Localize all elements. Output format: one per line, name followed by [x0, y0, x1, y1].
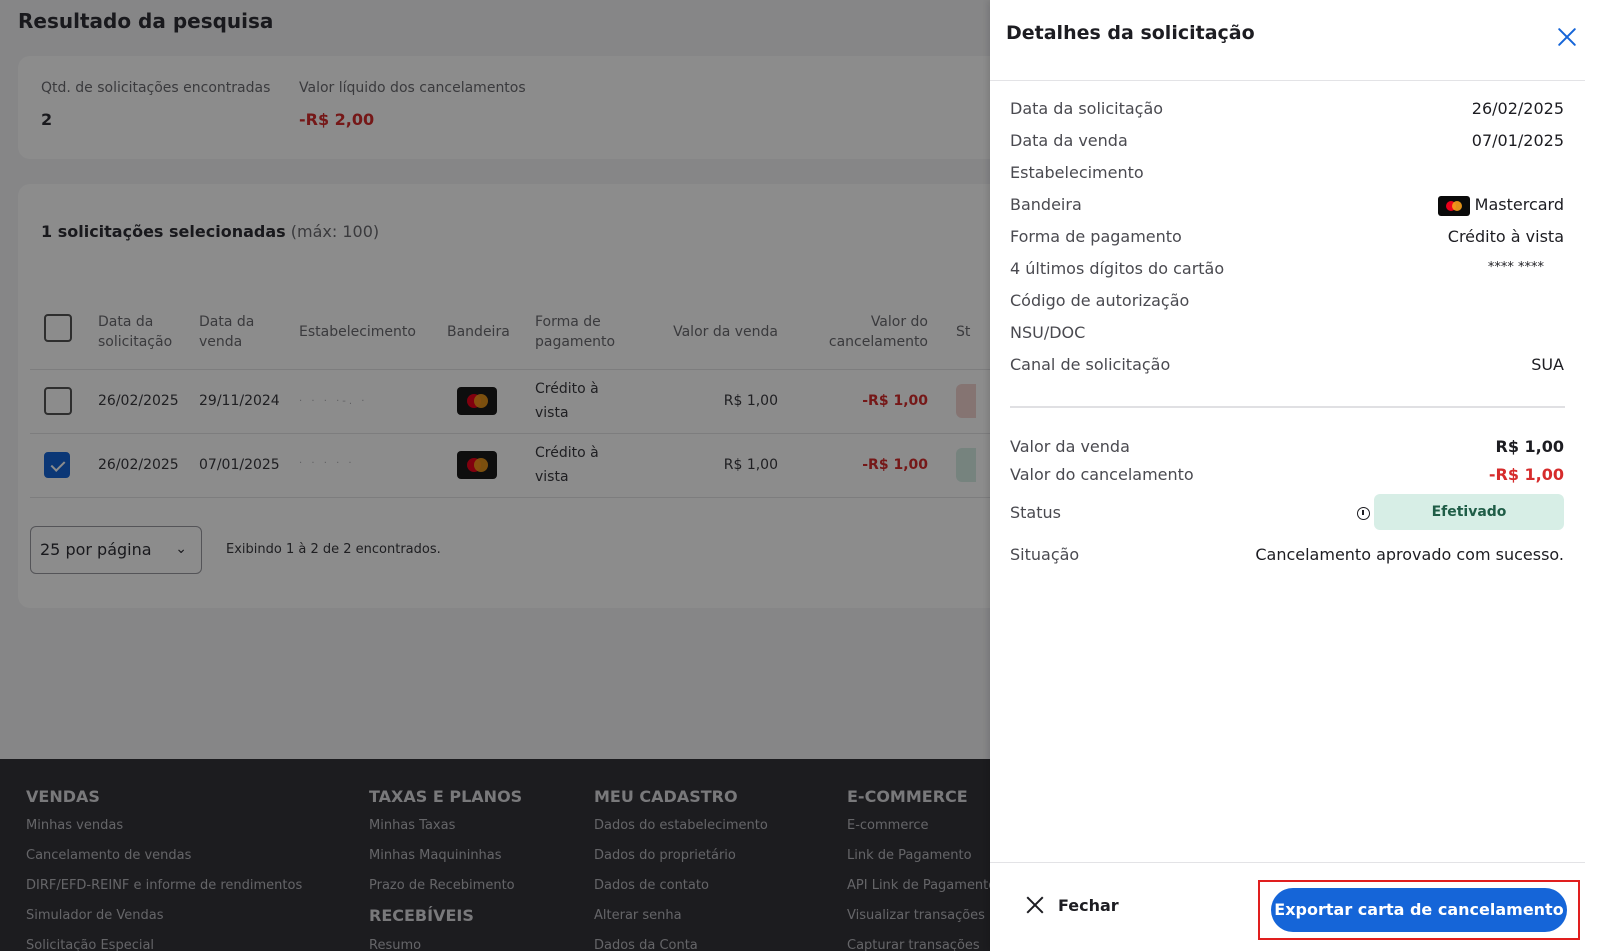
- situation-label: Situação: [1010, 545, 1080, 564]
- detail-value-request-date: 26/02/2025: [1471, 99, 1564, 118]
- close-button[interactable]: Fechar: [1026, 890, 1119, 920]
- detail-label-establishment: Estabelecimento: [1010, 163, 1144, 182]
- detail-label-channel: Canal de solicitação: [1010, 355, 1171, 374]
- status-label: Status: [1010, 503, 1061, 522]
- detail-label-card-digits: 4 últimos dígitos do cartão: [1010, 259, 1225, 278]
- drawer-section-divider: [1010, 406, 1565, 408]
- detail-value-card-digits: **** ****: [1487, 260, 1544, 275]
- detail-value-sale-date: 07/01/2025: [1471, 131, 1564, 150]
- cancel-value: -R$ 1,00: [1488, 465, 1564, 484]
- close-icon: [1026, 896, 1044, 914]
- detail-value-channel: SUA: [1531, 355, 1564, 374]
- detail-label-payment: Forma de pagamento: [1010, 227, 1182, 246]
- drawer-header-divider: [990, 80, 1585, 81]
- mastercard-icon: [1438, 196, 1470, 216]
- close-icon[interactable]: [1556, 26, 1578, 48]
- modal-backdrop[interactable]: [0, 0, 990, 951]
- cancel-value-label: Valor do cancelamento: [1010, 465, 1194, 484]
- sale-value: R$ 1,00: [1495, 437, 1565, 456]
- detail-label-brand: Bandeira: [1010, 195, 1082, 214]
- detail-label-nsu-doc: NSU/DOC: [1010, 323, 1086, 342]
- detail-value-brand: Mastercard: [1474, 195, 1564, 214]
- sale-value-label: Valor da venda: [1010, 437, 1130, 456]
- situation-value: Cancelamento aprovado com sucesso.: [1255, 545, 1564, 564]
- detail-label-request-date: Data da solicitação: [1010, 99, 1164, 118]
- request-details-drawer: Detalhes da solicitação Data da solicita…: [990, 0, 1598, 951]
- info-icon[interactable]: [1357, 507, 1370, 520]
- detail-label-sale-date: Data da venda: [1010, 131, 1128, 150]
- close-button-label: Fechar: [1058, 895, 1119, 915]
- detail-value-payment: Crédito à vista: [1447, 227, 1564, 246]
- export-cancellation-letter-button[interactable]: Exportar carta de cancelamento: [1271, 888, 1567, 932]
- drawer-footer-divider: [990, 862, 1585, 863]
- drawer-title: Detalhes da solicitação: [1006, 22, 1255, 44]
- detail-label-auth-code: Código de autorização: [1010, 291, 1190, 310]
- status-badge: Efetivado: [1374, 494, 1564, 530]
